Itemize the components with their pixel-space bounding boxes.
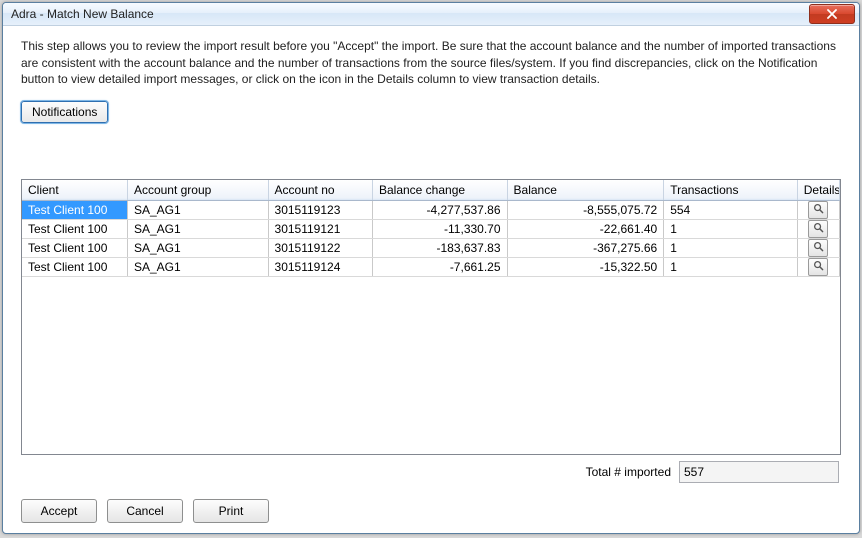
cell-client: Test Client 100 (22, 239, 127, 258)
details-button[interactable] (808, 220, 828, 238)
cell-account-no: 3015119124 (268, 258, 372, 277)
cell-account-no: 3015119122 (268, 239, 372, 258)
cell-balance: -367,275.66 (507, 239, 664, 258)
cell-balance: -15,322.50 (507, 258, 664, 277)
results-grid: Client Account group Account no Balance … (21, 179, 841, 455)
button-row: Accept Cancel Print (21, 499, 841, 523)
total-imported-value (679, 461, 839, 483)
cell-balance-change: -4,277,537.86 (372, 201, 507, 220)
cell-details (797, 201, 839, 220)
table-row[interactable]: Test Client 100SA_AG13015119123-4,277,53… (22, 201, 840, 220)
col-header-client[interactable]: Client (22, 180, 127, 201)
cell-details (797, 239, 839, 258)
cell-account-group: SA_AG1 (127, 239, 268, 258)
cell-transactions: 1 (664, 220, 798, 239)
magnifier-icon (813, 222, 824, 236)
col-header-balance[interactable]: Balance (507, 180, 664, 201)
magnifier-icon (813, 260, 824, 274)
details-button[interactable] (808, 201, 828, 219)
cell-account-no: 3015119121 (268, 220, 372, 239)
dialog-window: Adra - Match New Balance This step allow… (2, 2, 860, 534)
col-header-details[interactable]: Details (797, 180, 839, 201)
header-row: Client Account group Account no Balance … (22, 180, 840, 201)
cell-account-group: SA_AG1 (127, 258, 268, 277)
cell-account-group: SA_AG1 (127, 220, 268, 239)
close-button[interactable] (809, 4, 855, 24)
cell-transactions: 1 (664, 239, 798, 258)
table-row[interactable]: Test Client 100SA_AG13015119122-183,637.… (22, 239, 840, 258)
window-title: Adra - Match New Balance (11, 7, 809, 21)
col-header-transactions[interactable]: Transactions (664, 180, 798, 201)
col-header-balance-change[interactable]: Balance change (372, 180, 507, 201)
magnifier-icon (813, 203, 824, 217)
col-header-account-no[interactable]: Account no (268, 180, 372, 201)
cell-transactions: 1 (664, 258, 798, 277)
table-row[interactable]: Test Client 100SA_AG13015119124-7,661.25… (22, 258, 840, 277)
cell-details (797, 220, 839, 239)
magnifier-icon (813, 241, 824, 255)
cell-account-no: 3015119123 (268, 201, 372, 220)
cell-client: Test Client 100 (22, 220, 127, 239)
accept-button[interactable]: Accept (21, 499, 97, 523)
table-row[interactable]: Test Client 100SA_AG13015119121-11,330.7… (22, 220, 840, 239)
print-button[interactable]: Print (193, 499, 269, 523)
cell-balance-change: -7,661.25 (372, 258, 507, 277)
cell-client: Test Client 100 (22, 201, 127, 220)
content-area: This step allows you to review the impor… (3, 26, 859, 533)
notifications-button[interactable]: Notifications (21, 101, 108, 123)
instructions-text: This step allows you to review the impor… (21, 38, 841, 87)
col-header-account-group[interactable]: Account group (127, 180, 268, 201)
cell-client: Test Client 100 (22, 258, 127, 277)
total-imported-label: Total # imported (586, 465, 671, 479)
cell-details (797, 258, 839, 277)
cell-balance: -8,555,075.72 (507, 201, 664, 220)
cell-balance: -22,661.40 (507, 220, 664, 239)
titlebar: Adra - Match New Balance (3, 3, 859, 26)
cancel-button[interactable]: Cancel (107, 499, 183, 523)
cell-transactions: 554 (664, 201, 798, 220)
cell-balance-change: -11,330.70 (372, 220, 507, 239)
cell-balance-change: -183,637.83 (372, 239, 507, 258)
details-button[interactable] (808, 258, 828, 276)
cell-account-group: SA_AG1 (127, 201, 268, 220)
footer-row: Total # imported (21, 461, 841, 483)
details-button[interactable] (808, 239, 828, 257)
close-icon (827, 9, 837, 19)
